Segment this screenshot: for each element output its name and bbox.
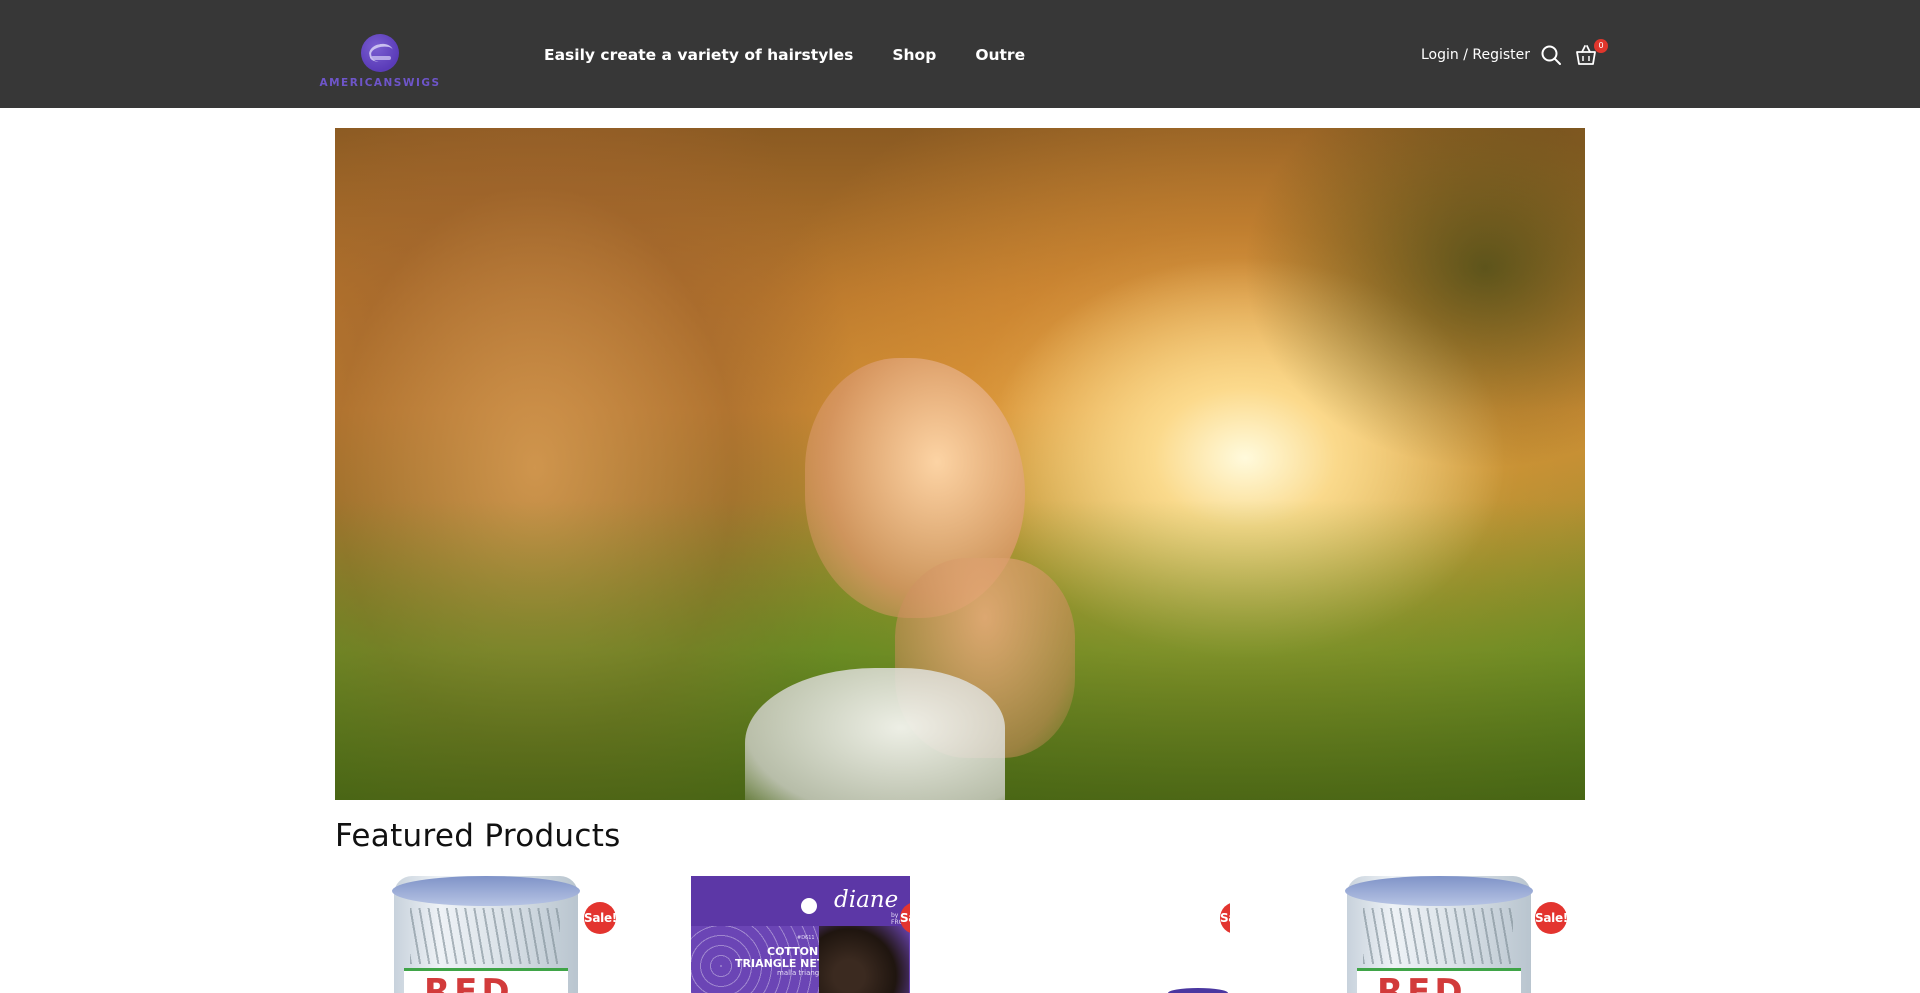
logo-icon <box>361 34 399 72</box>
jar-lid <box>392 876 580 906</box>
site-logo[interactable]: AMERICANSWIGS <box>316 34 444 92</box>
login-register-link[interactable]: Login / Register <box>1421 45 1530 65</box>
sale-badge: Sale! <box>584 902 617 934</box>
logo-text: AMERICANSWIGS <box>319 77 441 89</box>
product-card[interactable]: RED Sale! <box>1321 876 1571 993</box>
product-image[interactable] <box>1168 988 1228 993</box>
cart-count-badge: 0 <box>1594 39 1608 53</box>
nav-item-shop[interactable]: Shop <box>892 44 936 66</box>
product-image[interactable]: RED <box>392 876 580 993</box>
sale-badge: Sale! <box>1220 902 1230 934</box>
pack-dot <box>801 898 817 914</box>
product-item-number: #D611 <box>797 935 815 941</box>
product-image[interactable]: diane by FROMM #D611 COTTON TRIANGLE NET… <box>691 876 910 993</box>
product-card[interactable]: Sale! <box>980 876 1230 993</box>
product-brand-text: diane <box>834 887 899 913</box>
pack-curls-image <box>819 926 909 993</box>
search-icon[interactable] <box>1540 44 1562 66</box>
sale-badge: Sale! <box>1535 902 1568 934</box>
hero-banner-image <box>335 128 1585 800</box>
jar-lid <box>1345 876 1533 906</box>
main-nav: Easily create a variety of hairstyles Sh… <box>544 44 1025 66</box>
hero-trees-shape <box>1065 128 1585 548</box>
nav-item-hairstyles[interactable]: Easily create a variety of hairstyles <box>544 44 853 66</box>
product-brand-text: RED <box>1377 972 1467 993</box>
featured-products-title: Featured Products <box>335 818 621 854</box>
site-header: AMERICANSWIGS Easily create a variety of… <box>0 0 1920 108</box>
jar-pins <box>1363 908 1513 964</box>
product-brand-text: RED <box>424 972 514 993</box>
product-card[interactable]: diane by FROMM #D611 COTTON TRIANGLE NET… <box>660 876 910 993</box>
product-card[interactable]: RED Sale! <box>368 876 618 993</box>
jar-pins <box>410 908 560 964</box>
nav-item-outre[interactable]: Outre <box>975 44 1025 66</box>
product-image[interactable]: RED <box>1345 876 1533 993</box>
